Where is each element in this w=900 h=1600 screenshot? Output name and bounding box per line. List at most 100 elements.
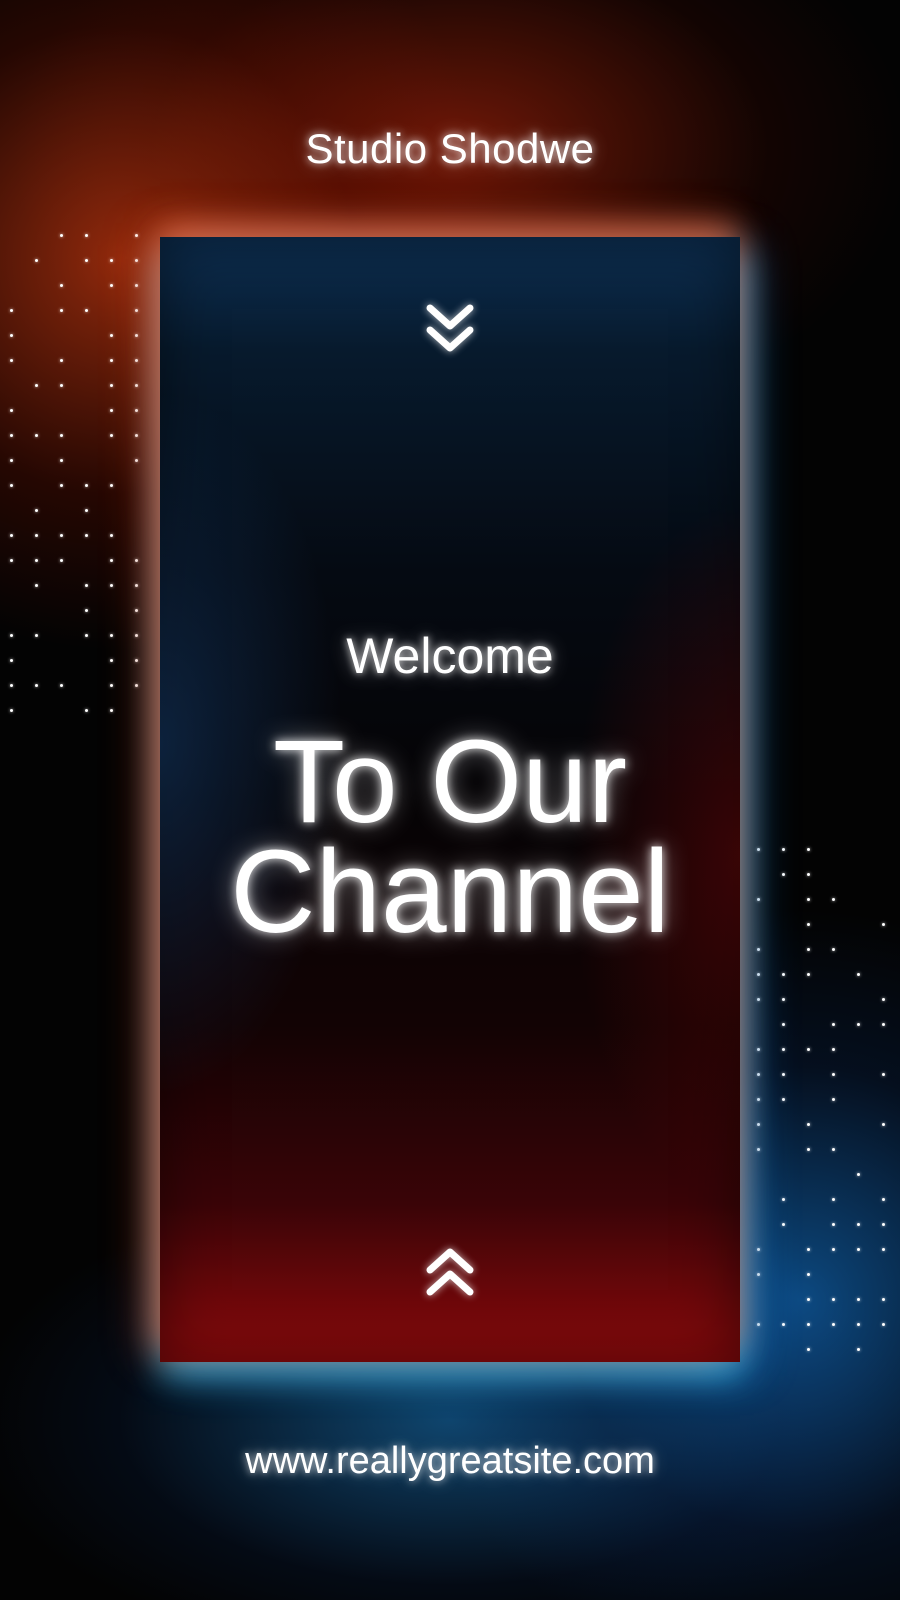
decorative-dot [857, 973, 860, 976]
decorative-dot [10, 534, 13, 537]
decorative-dot [60, 234, 63, 237]
decorative-dot [10, 659, 13, 662]
decorative-dot [35, 509, 38, 512]
decorative-dot [807, 898, 810, 901]
decorative-dot [782, 1048, 785, 1051]
decorative-dot [807, 923, 810, 926]
decorative-dot [110, 409, 113, 412]
decorative-dot [85, 609, 88, 612]
headline-line-2: Channel [230, 826, 670, 958]
decorative-dot [10, 359, 13, 362]
decorative-dot [135, 434, 138, 437]
decorative-dot [10, 684, 13, 687]
decorative-dot [110, 484, 113, 487]
decorative-dot [807, 1123, 810, 1126]
decorative-dot [110, 259, 113, 262]
decorative-dot [757, 1273, 760, 1276]
decorative-dot [807, 1048, 810, 1051]
decorative-dot [110, 584, 113, 587]
decorative-dot [882, 923, 885, 926]
decorative-dot [882, 1223, 885, 1226]
decorative-dot [782, 873, 785, 876]
decorative-dot [782, 1023, 785, 1026]
decorative-dot [85, 634, 88, 637]
decorative-dot [35, 559, 38, 562]
decorative-dot [10, 709, 13, 712]
decorative-dot [10, 434, 13, 437]
decorative-dot [882, 1123, 885, 1126]
decorative-dot [35, 384, 38, 387]
decorative-dot [135, 359, 138, 362]
decorative-dot [807, 1323, 810, 1326]
decorative-dot [35, 684, 38, 687]
decorative-dot [757, 898, 760, 901]
decorative-dot [110, 534, 113, 537]
brand-name: Studio Shodwe [305, 125, 595, 172]
decorative-dot [807, 1298, 810, 1301]
decorative-dot [35, 534, 38, 537]
decorative-dot [110, 434, 113, 437]
decorative-dot [857, 1298, 860, 1301]
decorative-dot [857, 1223, 860, 1226]
decorative-dot [60, 559, 63, 562]
decorative-dot [135, 309, 138, 312]
decorative-dot [782, 1323, 785, 1326]
headline: To Our Channel [160, 716, 740, 958]
decorative-dot [832, 1048, 835, 1051]
decorative-dot [832, 898, 835, 901]
headline-line-1: To Our [272, 716, 628, 848]
decorative-dot [832, 1323, 835, 1326]
decorative-dot [832, 1148, 835, 1151]
decorative-dot [10, 634, 13, 637]
decorative-dot [135, 334, 138, 337]
decorative-dot [135, 259, 138, 262]
decorative-dot [110, 559, 113, 562]
decorative-dot [110, 334, 113, 337]
decorative-dot [832, 1248, 835, 1251]
decorative-dot [757, 973, 760, 976]
decorative-dot [882, 1073, 885, 1076]
decorative-dot [832, 1223, 835, 1226]
decorative-dot [782, 1073, 785, 1076]
decorative-dot [10, 409, 13, 412]
decorative-dot [782, 1223, 785, 1226]
decorative-dot [832, 948, 835, 951]
decorative-dot [882, 1023, 885, 1026]
decorative-dot [757, 1248, 760, 1251]
decorative-dot [85, 309, 88, 312]
decorative-dot [882, 1298, 885, 1301]
decorative-dot [60, 384, 63, 387]
decorative-dot [110, 709, 113, 712]
decorative-dot [60, 309, 63, 312]
double-chevron-up-icon [420, 1240, 480, 1300]
decorative-dot [60, 534, 63, 537]
decorative-dot [110, 684, 113, 687]
decorative-dot [807, 873, 810, 876]
double-chevron-down-icon [420, 300, 480, 360]
decorative-dot [882, 1323, 885, 1326]
decorative-dot [857, 1348, 860, 1351]
decorative-dot [857, 1173, 860, 1176]
decorative-dot [832, 1073, 835, 1076]
decorative-dot [135, 609, 138, 612]
decorative-dot [60, 284, 63, 287]
decorative-dot [757, 948, 760, 951]
decorative-dot [10, 309, 13, 312]
decorative-dot [60, 459, 63, 462]
decorative-dot [882, 1198, 885, 1201]
decorative-dot [757, 1148, 760, 1151]
decorative-dot [832, 1298, 835, 1301]
decorative-dot [60, 684, 63, 687]
decorative-dot [60, 484, 63, 487]
decorative-dot [782, 973, 785, 976]
decorative-dot [807, 1273, 810, 1276]
decorative-dot [10, 484, 13, 487]
decorative-dot [857, 1023, 860, 1026]
decorative-dot [782, 1098, 785, 1101]
decorative-dot [35, 434, 38, 437]
decorative-dot [135, 459, 138, 462]
decorative-dot [757, 848, 760, 851]
decorative-dot [135, 409, 138, 412]
decorative-dot [85, 534, 88, 537]
decorative-dot [135, 584, 138, 587]
